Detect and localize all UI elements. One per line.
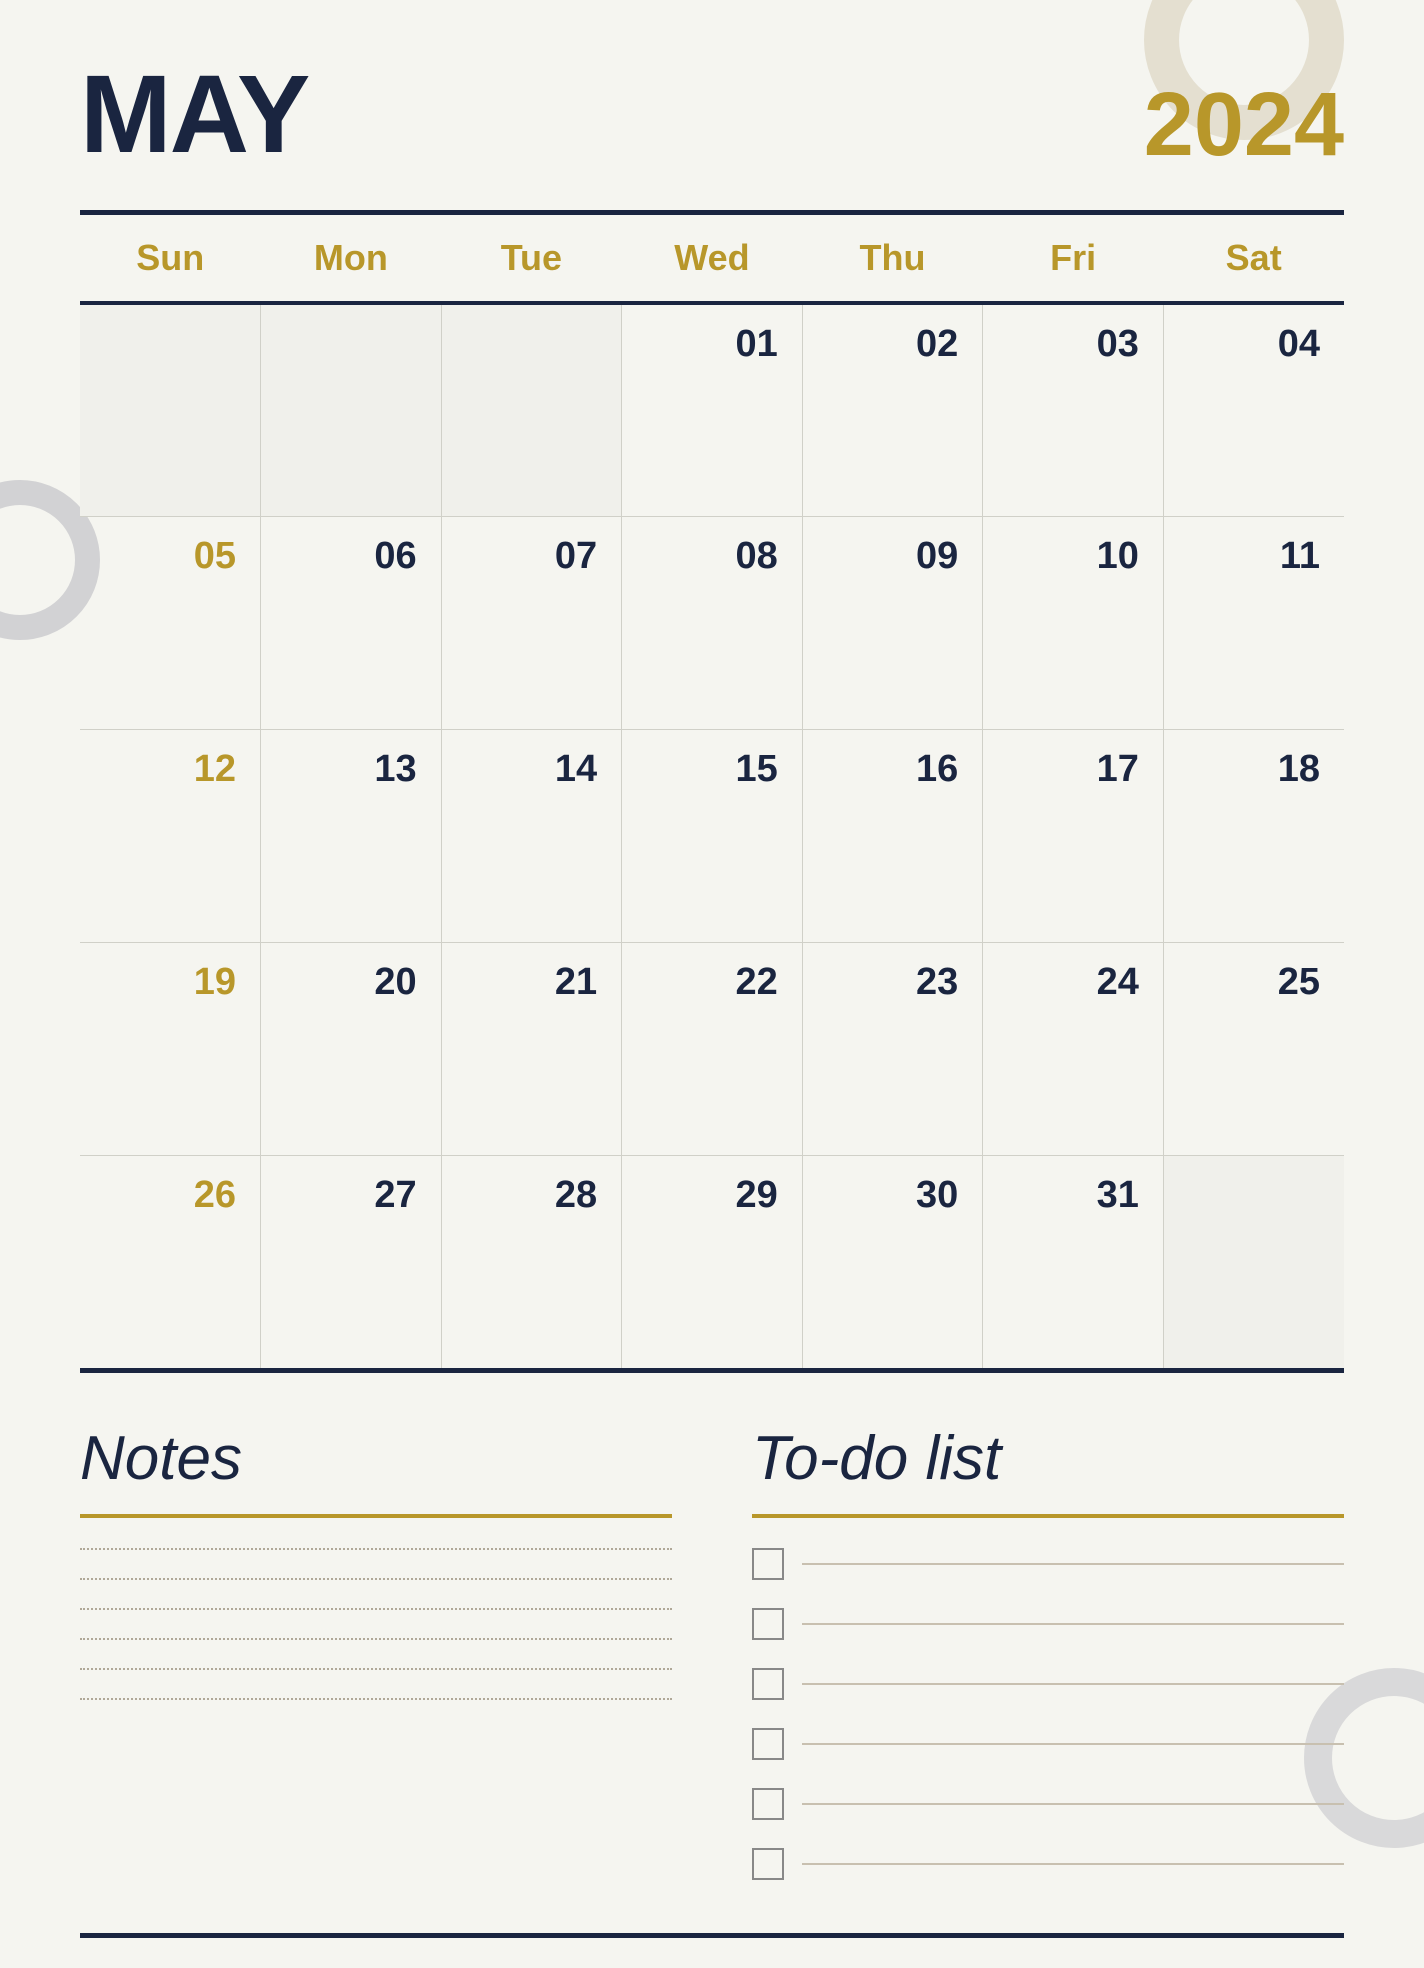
todo-title: To-do list xyxy=(752,1423,1344,1494)
calendar-bottom-border xyxy=(80,1368,1344,1373)
calendar-day: 15 xyxy=(622,729,803,942)
todo-item-0 xyxy=(752,1548,1344,1580)
calendar-day: 10 xyxy=(983,516,1164,729)
col-sat: Sat xyxy=(1163,215,1344,303)
todo-section: To-do list xyxy=(752,1423,1344,1908)
calendar-day: 31 xyxy=(983,1155,1164,1368)
calendar-day: 23 xyxy=(802,942,983,1155)
col-wed: Wed xyxy=(622,215,803,303)
calendar-day xyxy=(261,303,442,516)
col-mon: Mon xyxy=(261,215,442,303)
page-bottom-border xyxy=(80,1933,1344,1938)
calendar-week-2: 12131415161718 xyxy=(80,729,1344,942)
calendar-day xyxy=(441,303,622,516)
todo-line-3 xyxy=(802,1743,1344,1745)
notes-line-2 xyxy=(80,1608,672,1610)
calendar-day: 13 xyxy=(261,729,442,942)
todo-line-4 xyxy=(802,1803,1344,1805)
todo-item-5 xyxy=(752,1848,1344,1880)
calendar-day: 28 xyxy=(441,1155,622,1368)
todo-checkbox-5[interactable] xyxy=(752,1848,784,1880)
notes-lines xyxy=(80,1548,672,1700)
todo-items xyxy=(752,1548,1344,1880)
calendar-day: 27 xyxy=(261,1155,442,1368)
bottom-section: Notes To-do list xyxy=(80,1423,1344,1908)
calendar-body: 0102030405060708091011121314151617181920… xyxy=(80,303,1344,1368)
notes-section: Notes xyxy=(80,1423,672,1908)
todo-line-2 xyxy=(802,1683,1344,1685)
todo-line-1 xyxy=(802,1623,1344,1625)
notes-line-0 xyxy=(80,1548,672,1550)
header: MAY 2024 xyxy=(80,60,1344,170)
notes-line-4 xyxy=(80,1668,672,1670)
calendar-day: 22 xyxy=(622,942,803,1155)
calendar-day: 21 xyxy=(441,942,622,1155)
col-fri: Fri xyxy=(983,215,1164,303)
todo-item-2 xyxy=(752,1668,1344,1700)
notes-line-3 xyxy=(80,1638,672,1640)
calendar-week-4: 262728293031 xyxy=(80,1155,1344,1368)
notes-title: Notes xyxy=(80,1423,672,1494)
calendar-day xyxy=(1163,1155,1344,1368)
todo-item-3 xyxy=(752,1728,1344,1760)
todo-checkbox-4[interactable] xyxy=(752,1788,784,1820)
todo-underline xyxy=(752,1514,1344,1518)
col-sun: Sun xyxy=(80,215,261,303)
calendar-day: 17 xyxy=(983,729,1164,942)
calendar-week-1: 05060708091011 xyxy=(80,516,1344,729)
calendar-day: 14 xyxy=(441,729,622,942)
calendar-day: 08 xyxy=(622,516,803,729)
col-thu: Thu xyxy=(802,215,983,303)
calendar-day: 20 xyxy=(261,942,442,1155)
calendar-day: 25 xyxy=(1163,942,1344,1155)
calendar-day: 02 xyxy=(802,303,983,516)
calendar-day: 12 xyxy=(80,729,261,942)
calendar-week-3: 19202122232425 xyxy=(80,942,1344,1155)
calendar-day: 06 xyxy=(261,516,442,729)
calendar-day: 04 xyxy=(1163,303,1344,516)
page: MAY 2024 Sun Mon Tue Wed Thu Fri Sat 010… xyxy=(0,0,1424,1968)
calendar-day: 03 xyxy=(983,303,1164,516)
calendar-week-0: 01020304 xyxy=(80,303,1344,516)
calendar-day xyxy=(80,303,261,516)
calendar-day: 09 xyxy=(802,516,983,729)
notes-underline xyxy=(80,1514,672,1518)
calendar-day: 05 xyxy=(80,516,261,729)
notes-line-1 xyxy=(80,1578,672,1580)
notes-line-5 xyxy=(80,1698,672,1700)
calendar-day: 16 xyxy=(802,729,983,942)
calendar-day: 29 xyxy=(622,1155,803,1368)
calendar-day: 18 xyxy=(1163,729,1344,942)
todo-line-0 xyxy=(802,1563,1344,1565)
todo-checkbox-3[interactable] xyxy=(752,1728,784,1760)
calendar-table: Sun Mon Tue Wed Thu Fri Sat 010203040506… xyxy=(80,215,1344,1368)
calendar-day: 30 xyxy=(802,1155,983,1368)
calendar-day: 19 xyxy=(80,942,261,1155)
todo-line-5 xyxy=(802,1863,1344,1865)
todo-checkbox-1[interactable] xyxy=(752,1608,784,1640)
col-tue: Tue xyxy=(441,215,622,303)
year-title: 2024 xyxy=(1144,80,1344,170)
calendar-header-row: Sun Mon Tue Wed Thu Fri Sat xyxy=(80,215,1344,303)
todo-item-4 xyxy=(752,1788,1344,1820)
todo-checkbox-0[interactable] xyxy=(752,1548,784,1580)
month-title: MAY xyxy=(80,60,308,170)
calendar-day: 11 xyxy=(1163,516,1344,729)
todo-checkbox-2[interactable] xyxy=(752,1668,784,1700)
calendar-day: 01 xyxy=(622,303,803,516)
calendar-day: 26 xyxy=(80,1155,261,1368)
todo-item-1 xyxy=(752,1608,1344,1640)
calendar-day: 07 xyxy=(441,516,622,729)
calendar-section: Sun Mon Tue Wed Thu Fri Sat 010203040506… xyxy=(80,210,1344,1373)
calendar-day: 24 xyxy=(983,942,1164,1155)
